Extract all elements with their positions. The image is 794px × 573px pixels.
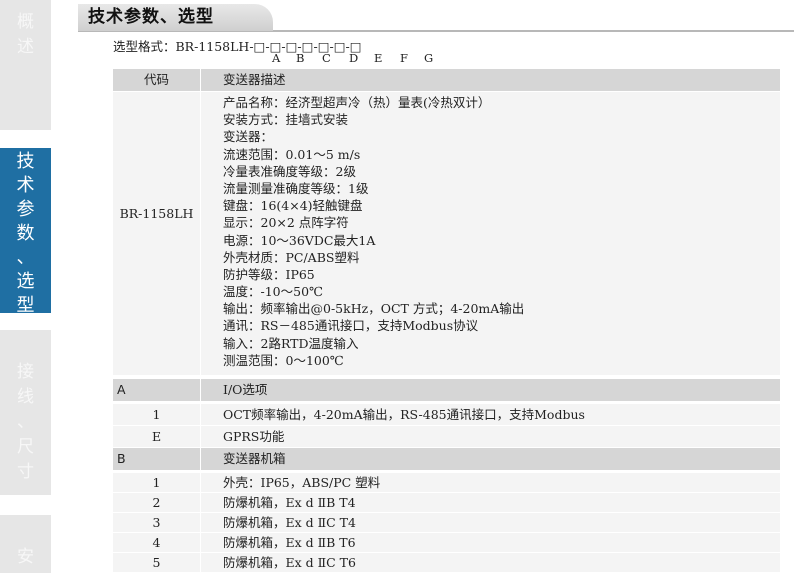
spec-line: 外壳材质：PC/ABS塑料 xyxy=(223,249,360,265)
format-letter: F xyxy=(400,51,408,65)
sidebar-char: 、 xyxy=(17,412,34,432)
sidebar-item-specs[interactable]: 技 术 参 数 、 选 型 xyxy=(0,148,51,316)
row-code: E xyxy=(151,429,162,444)
spec-line: 变送器： xyxy=(223,129,274,145)
sidebar-char: 型 xyxy=(16,295,35,316)
row-desc: 防爆机箱，Ex d ⅡC T6 xyxy=(200,553,780,572)
row-code: 2 xyxy=(152,495,161,510)
spec-line: 键盘：16(4×4)轻触键盘 xyxy=(223,198,363,214)
row-desc: 防爆机箱，Ex d ⅡB T4 xyxy=(200,493,780,512)
spec-line: 冷量表准确度等级：2级 xyxy=(223,163,356,179)
row-desc: 外壳：IP65，ABS/PC 塑料 xyxy=(200,473,780,492)
spec-line: 安装方式：挂墙式安装 xyxy=(223,112,349,128)
sidebar-char: 参 xyxy=(16,199,35,220)
table-row: 1 OCT频率输出，4-20mA输出，RS-485通讯接口，支持Modbus xyxy=(113,403,780,425)
table-row: 3 防爆机箱，Ex d ⅡC T4 xyxy=(113,512,780,532)
format-letter: C xyxy=(322,51,331,65)
section-a-letter: A xyxy=(117,382,126,397)
format-letter: D xyxy=(349,51,359,65)
spec-line: 通讯：RS－485通讯接口，支持Modbus协议 xyxy=(223,318,479,334)
format-letter: E xyxy=(374,51,383,65)
row-code: 3 xyxy=(152,515,161,530)
format-letter: G xyxy=(424,51,434,65)
spec-line: 测温范围：0～100℃ xyxy=(223,352,344,368)
spec-line: 产品名称：经济型超声冷（热）量表(冷热双计） xyxy=(223,95,491,110)
row-desc: 防爆机箱，Ex d ⅡB T6 xyxy=(200,533,780,552)
spec-line: 电源：10～36VDC最大1A xyxy=(223,232,376,248)
sidebar-char: 数 xyxy=(16,223,35,244)
sidebar-char: 术 xyxy=(16,175,35,196)
sidebar-char: 寸 xyxy=(17,462,34,482)
sidebar-char: 接 xyxy=(17,362,34,382)
sidebar-char: 线 xyxy=(17,387,34,407)
section-b-header: B 变送器机箱 xyxy=(113,448,780,470)
spec-line: 显示：20×2 点阵字符 xyxy=(223,215,349,231)
spec-block: BR-1158LH 产品名称：经济型超声冷（热）量表(冷热双计） 安装方式：挂墙… xyxy=(113,92,780,375)
table-row: 1 外壳：IP65，ABS/PC 塑料 xyxy=(113,472,780,492)
table-row: 5 防爆机箱，Ex d ⅡC T6 xyxy=(113,552,780,572)
sidebar-char: 选 xyxy=(16,271,35,292)
spec-line: 温度：-10～50℃ xyxy=(223,284,324,300)
row-code: 1 xyxy=(152,407,161,422)
table-header: 代码 变送器描述 xyxy=(113,69,780,91)
model-code: BR-1158LH xyxy=(119,206,194,221)
sidebar-item-overview[interactable]: 概 述 xyxy=(0,0,51,130)
page-title: 技术参数、选型 xyxy=(78,4,273,31)
sidebar-char: 概 xyxy=(17,12,34,32)
table-row: E GPRS功能 xyxy=(113,425,780,447)
spec-line: 流速范围：0.01～5 m/s xyxy=(223,146,361,162)
sidebar-item-install[interactable]: 安 xyxy=(0,515,51,573)
row-code: 5 xyxy=(152,555,161,570)
table-row: 4 防爆机箱，Ex d ⅡB T6 xyxy=(113,532,780,552)
spec-lines: 产品名称：经济型超声冷（热）量表(冷热双计） 安装方式：挂墙式安装 变送器： 流… xyxy=(200,92,780,375)
format-letter: A xyxy=(272,51,281,65)
sidebar-char: 安 xyxy=(17,547,34,567)
sidebar-char: 述 xyxy=(17,37,34,57)
format-letters: A B C D E F G xyxy=(270,51,440,65)
header-desc: 变送器描述 xyxy=(200,69,780,91)
sidebar-item-wiring[interactable]: 接 线 、 尺 寸 xyxy=(0,330,51,495)
section-a-title: I/O选项 xyxy=(200,379,780,401)
spec-line: 输出：频率输出@0-5kHz，OCT 方式；4-20mA输出 xyxy=(223,301,525,317)
section-b-title: 变送器机箱 xyxy=(200,448,780,470)
format-letter: B xyxy=(296,51,305,65)
spec-line: 防护等级：IP65 xyxy=(223,266,315,282)
row-desc: OCT频率输出，4-20mA输出，RS-485通讯接口，支持Modbus xyxy=(200,404,780,425)
row-code: 1 xyxy=(152,475,161,490)
row-desc: GPRS功能 xyxy=(200,426,780,447)
spec-line: 输入：2路RTD温度输入 xyxy=(223,335,359,351)
row-desc: 防爆机箱，Ex d ⅡC T4 xyxy=(200,513,780,532)
section-b-letter: B xyxy=(117,451,126,466)
section-a-header: A I/O选项 xyxy=(113,379,780,401)
table-row: 2 防爆机箱，Ex d ⅡB T4 xyxy=(113,492,780,512)
header-code: 代码 xyxy=(143,72,169,87)
row-code: 4 xyxy=(152,535,161,550)
spec-line: 流量测量准确度等级：1级 xyxy=(223,180,369,196)
sidebar-char: 、 xyxy=(16,247,35,268)
sidebar-char: 技 xyxy=(16,151,35,172)
sidebar-char: 尺 xyxy=(17,437,34,457)
